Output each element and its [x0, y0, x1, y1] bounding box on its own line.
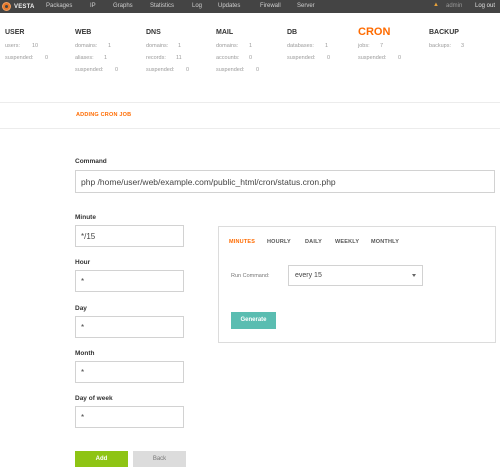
stat-label: backups:: [429, 43, 452, 49]
panel-title: BACKUP: [429, 29, 459, 36]
panel-title: DB: [287, 29, 298, 36]
stat-label: records:: [146, 55, 166, 61]
nav-item-server[interactable]: Server: [297, 0, 315, 13]
stat-value: 0: [45, 55, 49, 61]
stat-label: jobs:: [358, 43, 370, 49]
stat-label: domains:: [75, 43, 98, 49]
stat-value: 1: [178, 43, 182, 49]
minute-input[interactable]: */15: [75, 225, 184, 247]
day-label: Day: [75, 305, 87, 312]
panel-title: DNS: [146, 29, 161, 36]
nav-item-packages[interactable]: Packages: [46, 0, 72, 13]
nav-item-log[interactable]: Log: [192, 0, 202, 13]
panel-title: USER: [5, 29, 25, 36]
vesta-logo[interactable]: VESTA: [2, 1, 35, 12]
vesta-logo-icon: [2, 2, 11, 11]
day-of-week-label: Day of week: [75, 395, 113, 402]
nav-item-statistics[interactable]: Statistics: [150, 0, 174, 13]
chevron-down-icon: [412, 274, 416, 277]
bell-icon[interactable]: ▲: [433, 2, 439, 8]
stat-label: databases:: [287, 43, 314, 49]
tab-daily[interactable]: DAILY: [305, 239, 322, 245]
stat-label: suspended:: [146, 67, 175, 73]
run-command-label: Run Command:: [231, 273, 270, 279]
stat-label: accounts:: [216, 55, 240, 61]
stat-value: 11: [176, 55, 182, 61]
stat-value: 0: [398, 55, 402, 61]
tab-hourly[interactable]: HOURLY: [267, 239, 291, 245]
add-button[interactable]: Add: [75, 451, 128, 467]
stat-value: 3: [461, 43, 465, 49]
tab-weekly[interactable]: WEEKLY: [335, 239, 359, 245]
stat-value: 10: [32, 43, 39, 49]
top-nav-bar: VESTA Packages IP Graphs Statistics Log …: [0, 0, 500, 13]
month-input[interactable]: *: [75, 361, 184, 383]
stat-value: 0: [115, 67, 119, 73]
stat-value: 1: [249, 43, 253, 49]
tab-monthly[interactable]: MONTHLY: [371, 239, 399, 245]
command-label: Command: [75, 158, 107, 165]
day-input[interactable]: *: [75, 316, 184, 338]
panel-title: WEB: [75, 29, 92, 36]
nav-item-ip[interactable]: IP: [90, 0, 96, 13]
stat-label: suspended:: [5, 55, 34, 61]
stat-value: 0: [186, 67, 190, 73]
hour-label: Hour: [75, 259, 91, 266]
stat-value: 0: [249, 55, 253, 61]
stat-label: domains:: [216, 43, 239, 49]
day-of-week-input[interactable]: *: [75, 406, 184, 428]
logo-text: VESTA: [14, 3, 35, 10]
stat-label: suspended:: [358, 55, 387, 61]
stat-value: 7: [380, 43, 384, 49]
panel-title: MAIL: [216, 29, 234, 36]
stat-label: suspended:: [287, 55, 316, 61]
stat-value: 0: [327, 55, 331, 61]
month-label: Month: [75, 350, 95, 357]
nav-user[interactable]: admin: [446, 0, 462, 13]
section-title: ADDING CRON JOB: [76, 112, 132, 118]
stat-label: aliases:: [75, 55, 94, 61]
stat-value: 1: [104, 55, 108, 61]
stats-panels: USER users: 10 suspended: 0 WEB domains:…: [0, 13, 500, 103]
tab-minutes[interactable]: MINUTES: [229, 239, 255, 245]
stat-label: suspended:: [75, 67, 104, 73]
logout-link[interactable]: Log out: [475, 0, 495, 13]
generate-button[interactable]: Generate: [231, 312, 276, 329]
run-command-value: every 15: [295, 272, 322, 279]
run-command-select[interactable]: every 15: [288, 265, 423, 286]
section-divider: [0, 128, 500, 129]
stat-label: users:: [5, 43, 20, 49]
stat-value: 1: [108, 43, 112, 49]
cron-generator-panel: MINUTES HOURLY DAILY WEEKLY MONTHLY Run …: [218, 226, 496, 343]
nav-item-updates[interactable]: Updates: [218, 0, 240, 13]
stat-value: 0: [256, 67, 260, 73]
command-input[interactable]: php /home/user/web/example.com/public_ht…: [75, 170, 495, 193]
stat-label: suspended:: [216, 67, 245, 73]
minute-label: Minute: [75, 214, 96, 221]
stat-value: 1: [325, 43, 329, 49]
stat-label: domains:: [146, 43, 169, 49]
back-button[interactable]: Back: [133, 451, 186, 467]
nav-item-firewall[interactable]: Firewall: [260, 0, 281, 13]
nav-item-graphs[interactable]: Graphs: [113, 0, 133, 13]
hour-input[interactable]: *: [75, 270, 184, 292]
panel-title: CRON: [358, 26, 391, 38]
